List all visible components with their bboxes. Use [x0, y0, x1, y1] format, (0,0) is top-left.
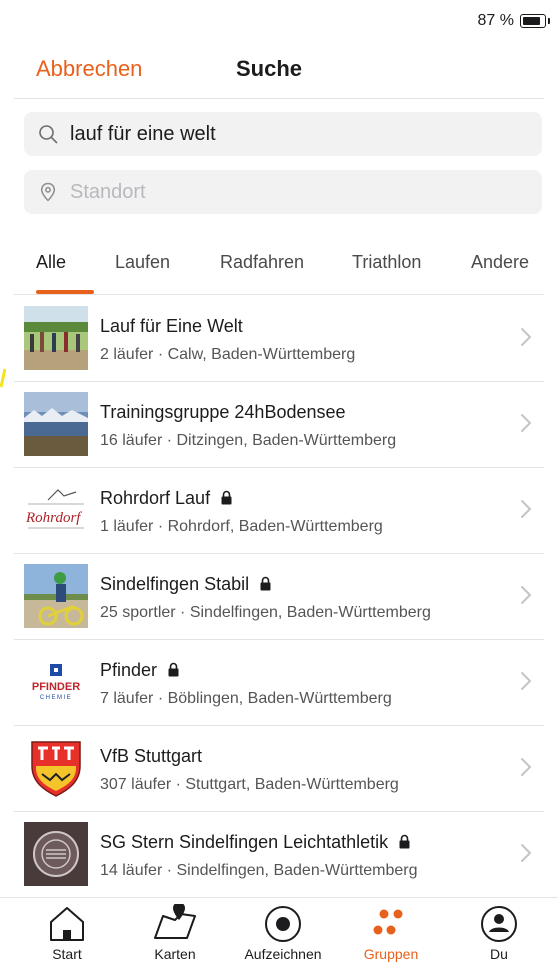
tab-gruppen-label: Gruppen — [363, 946, 419, 962]
club-meta: 307 läufer · Stuttgart, Baden-Württember… — [100, 776, 399, 793]
status-bar: 87 % — [0, 0, 558, 40]
search-query: lauf für eine welt — [70, 123, 216, 145]
highlight-mark — [0, 368, 6, 388]
chevron-right-icon — [521, 328, 531, 346]
lock-icon — [260, 576, 271, 591]
club-name: Rohrdorf Lauf — [100, 488, 233, 509]
search-icon — [39, 125, 58, 144]
chevron-right-icon — [521, 672, 531, 690]
tab-karten-label: Karten — [154, 946, 196, 962]
tab-du-label: Du — [490, 946, 508, 962]
club-name: Pfinder — [100, 660, 180, 681]
chevron-right-icon — [521, 414, 531, 432]
sport-filter-tabs: Alle Laufen Radfahren Triathlon Andere — [14, 230, 544, 295]
pfinder-logo-subtext: CHEMIE — [40, 695, 72, 701]
battery-icon — [520, 14, 550, 28]
club-thumbnail — [24, 392, 88, 456]
chevron-right-icon — [521, 500, 531, 518]
lock-icon — [399, 834, 410, 849]
location-placeholder: Standort — [70, 181, 146, 203]
bottom-tab-bar: Start Karten Aufzeichnen Gruppen Du — [0, 897, 558, 964]
list-item[interactable]: Sindelfingen Stabil 25 sportler · Sindel… — [14, 553, 544, 640]
map-icon — [154, 904, 196, 939]
tab-karten[interactable]: Karten — [125, 902, 225, 962]
club-thumbnail — [24, 306, 88, 370]
club-meta: 7 läufer · Böblingen, Baden-Württemberg — [100, 690, 392, 707]
tab-start[interactable]: Start — [17, 902, 117, 962]
club-meta: 14 läufer · Sindelfingen, Baden-Württemb… — [100, 862, 418, 879]
club-name: Sindelfingen Stabil — [100, 574, 272, 595]
nav-bar: Abbrechen Suche — [14, 40, 544, 99]
club-name: Lauf für Eine Welt — [100, 316, 243, 336]
club-meta: 25 sportler · Sindelfingen, Baden-Württe… — [100, 604, 431, 621]
club-name: Trainingsgruppe 24hBodensee — [100, 402, 346, 422]
club-meta: 2 läufer · Calw, Baden-Württemberg — [100, 346, 356, 363]
groups-icon — [373, 909, 403, 935]
search-input[interactable]: lauf für eine welt — [24, 112, 542, 156]
club-thumbnail: Rohrdorf — [24, 478, 88, 542]
club-thumbnail — [24, 564, 88, 628]
club-name: VfB Stuttgart — [100, 746, 203, 766]
tab-gruppen[interactable]: Gruppen — [341, 902, 441, 962]
lock-icon — [168, 662, 179, 677]
club-meta: 1 läufer · Rohrdorf, Baden-Württemberg — [100, 518, 383, 535]
record-icon — [265, 906, 301, 942]
battery-percentage: 87 % — [477, 12, 514, 29]
page-title: Suche — [14, 56, 544, 82]
chevron-right-icon — [521, 586, 531, 604]
club-name: SG Stern Sindelfingen Leichtathletik — [100, 832, 411, 853]
lock-icon — [221, 490, 232, 505]
location-input[interactable]: Standort — [24, 170, 542, 214]
list-item[interactable]: Trainingsgruppe 24hBodensee 16 läufer · … — [14, 381, 544, 468]
chevron-right-icon — [521, 844, 531, 862]
list-item[interactable]: PFINDER CHEMIE Pfinder 7 läufer · Böblin… — [14, 639, 544, 726]
list-item[interactable]: VfB Stuttgart 307 läufer · Stuttgart, Ba… — [14, 725, 544, 812]
tab-radfahren[interactable]: Radfahren — [220, 252, 304, 273]
club-thumbnail — [24, 822, 88, 886]
tab-triathlon[interactable]: Triathlon — [352, 252, 421, 273]
tab-du[interactable]: Du — [449, 902, 549, 962]
chevron-right-icon — [521, 758, 531, 776]
tab-aufzeichnen[interactable]: Aufzeichnen — [233, 902, 333, 962]
tab-laufen[interactable]: Laufen — [115, 252, 170, 273]
list-item[interactable]: SG Stern Sindelfingen Leichtathletik 14 … — [14, 811, 544, 898]
tab-aufzeichnen-label: Aufzeichnen — [244, 946, 322, 962]
rohrdorf-logo-text: Rohrdorf — [25, 510, 82, 526]
list-item[interactable]: Rohrdorf Rohrdorf Lauf 1 läufer · Rohrdo… — [14, 467, 544, 554]
profile-icon — [481, 906, 517, 942]
pfinder-logo-text: PFINDER — [32, 681, 80, 693]
tab-start-label: Start — [52, 946, 82, 962]
list-item[interactable]: Lauf für Eine Welt 2 läufer · Calw, Bade… — [14, 295, 544, 382]
location-pin-icon — [40, 182, 56, 202]
club-meta: 16 läufer · Ditzingen, Baden-Württemberg — [100, 432, 397, 449]
tab-alle[interactable]: Alle — [36, 252, 66, 273]
home-icon — [50, 907, 84, 941]
active-tab-indicator — [36, 290, 94, 294]
club-thumbnail — [24, 736, 88, 800]
tab-andere[interactable]: Andere — [471, 252, 529, 273]
club-thumbnail: PFINDER CHEMIE — [24, 650, 88, 714]
page-title-text: Suche — [235, 56, 303, 81]
